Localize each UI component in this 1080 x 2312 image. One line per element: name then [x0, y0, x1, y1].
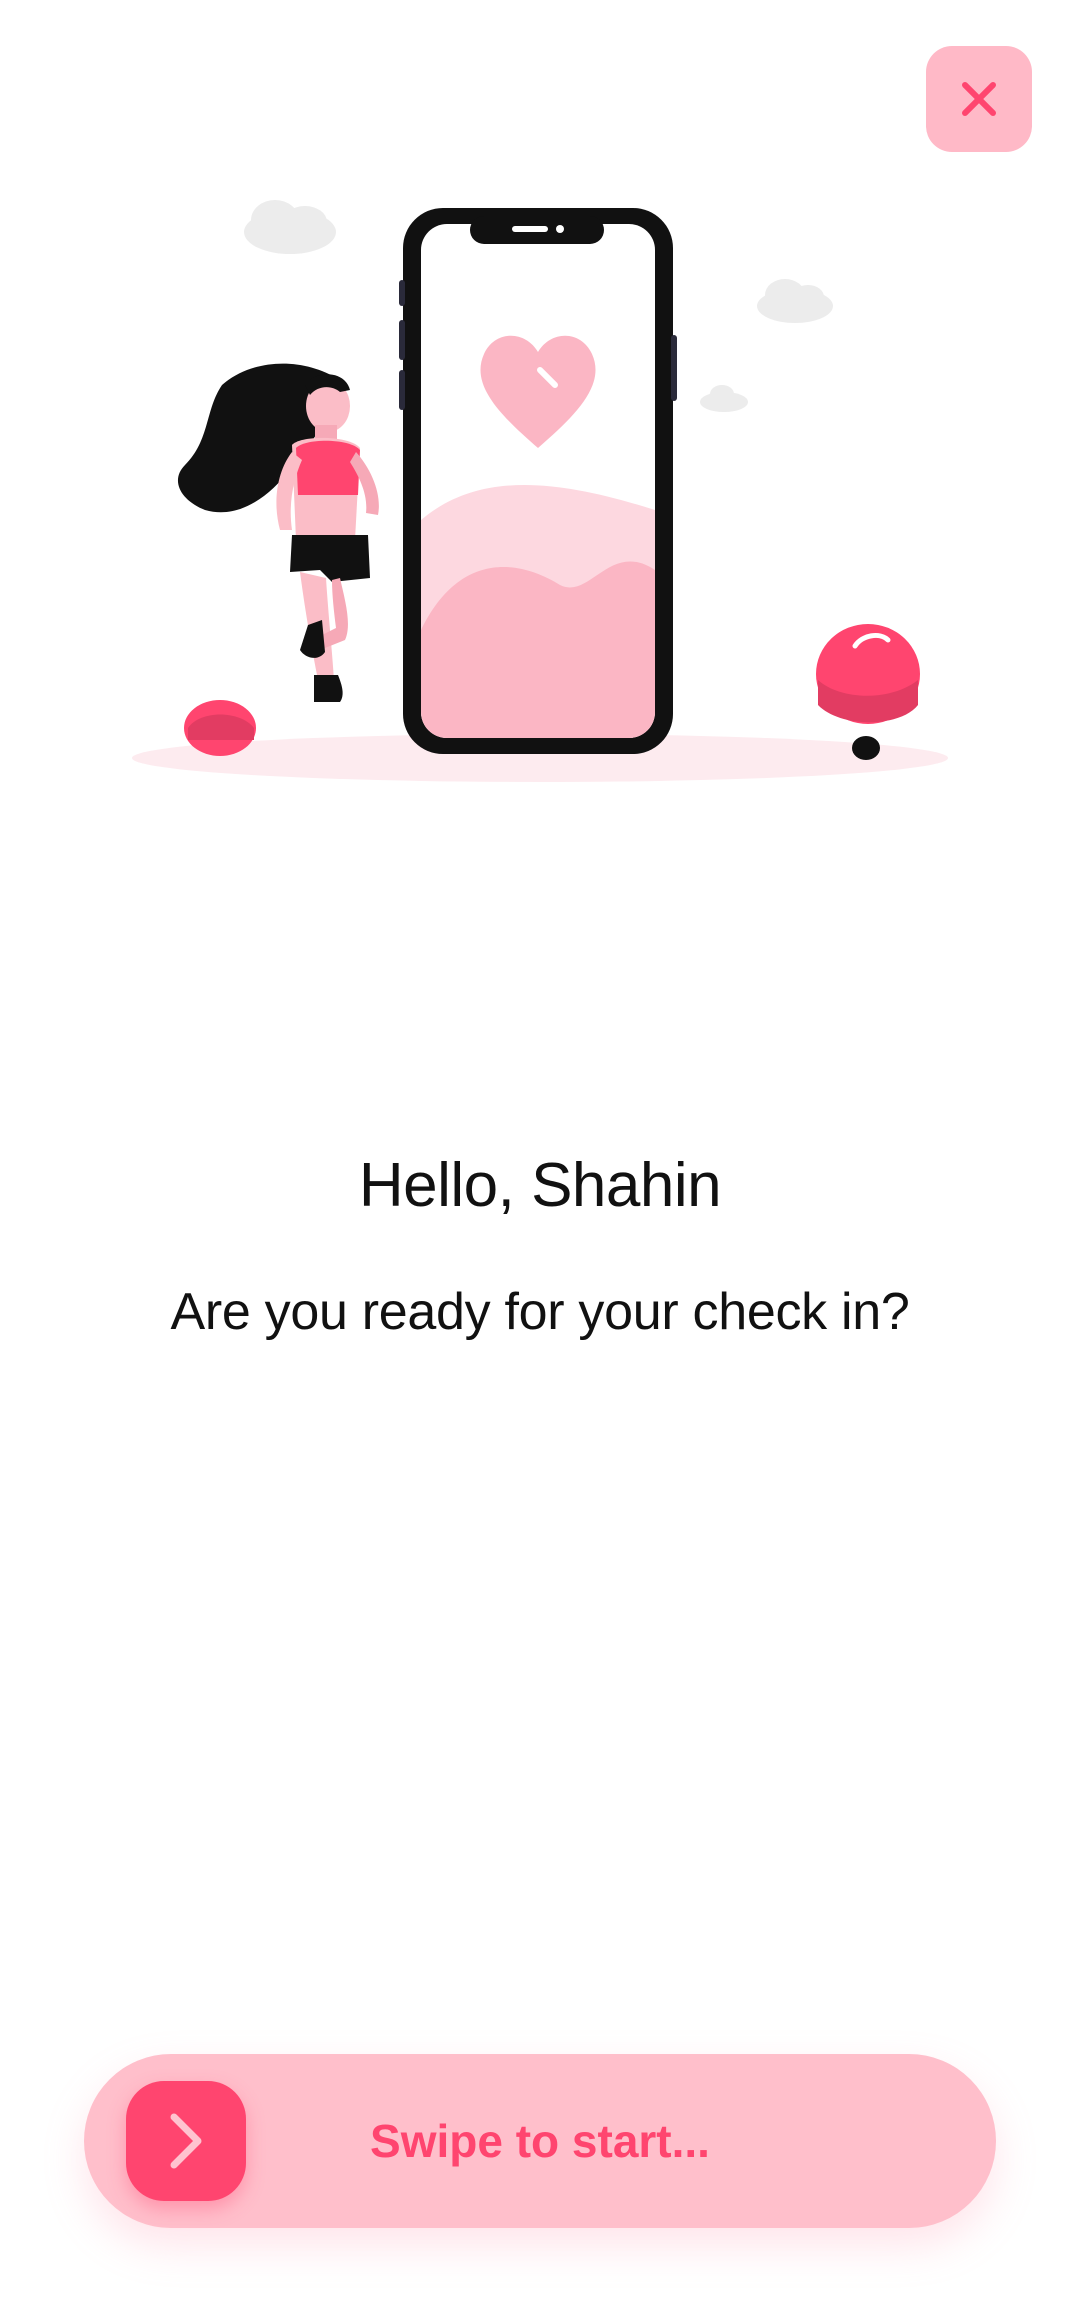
- cloud-icon: [244, 200, 336, 254]
- check-in-question: Are you ready for your check in?: [170, 1283, 910, 1341]
- greeting-title: Hello, Shahin: [358, 1151, 722, 1220]
- phone-illustration: [399, 208, 677, 754]
- chevron-right-icon: [170, 2113, 202, 2169]
- swipe-to-start-slider[interactable]: Swipe to start...: [84, 2054, 996, 2228]
- cloud-icon: [700, 385, 748, 412]
- swipe-handle[interactable]: [126, 2081, 246, 2201]
- runner-figure: [177, 363, 379, 702]
- bush-icon: [816, 624, 920, 760]
- runner-illustration: [132, 200, 948, 782]
- close-button[interactable]: [926, 46, 1032, 152]
- close-icon: [962, 82, 996, 116]
- swipe-label-text: Swipe to start...: [370, 2115, 710, 2167]
- check-in-screen: Hello, Shahin Are you ready for your che…: [0, 0, 1080, 2312]
- cloud-icon: [757, 279, 833, 323]
- bush-icon: [184, 700, 256, 756]
